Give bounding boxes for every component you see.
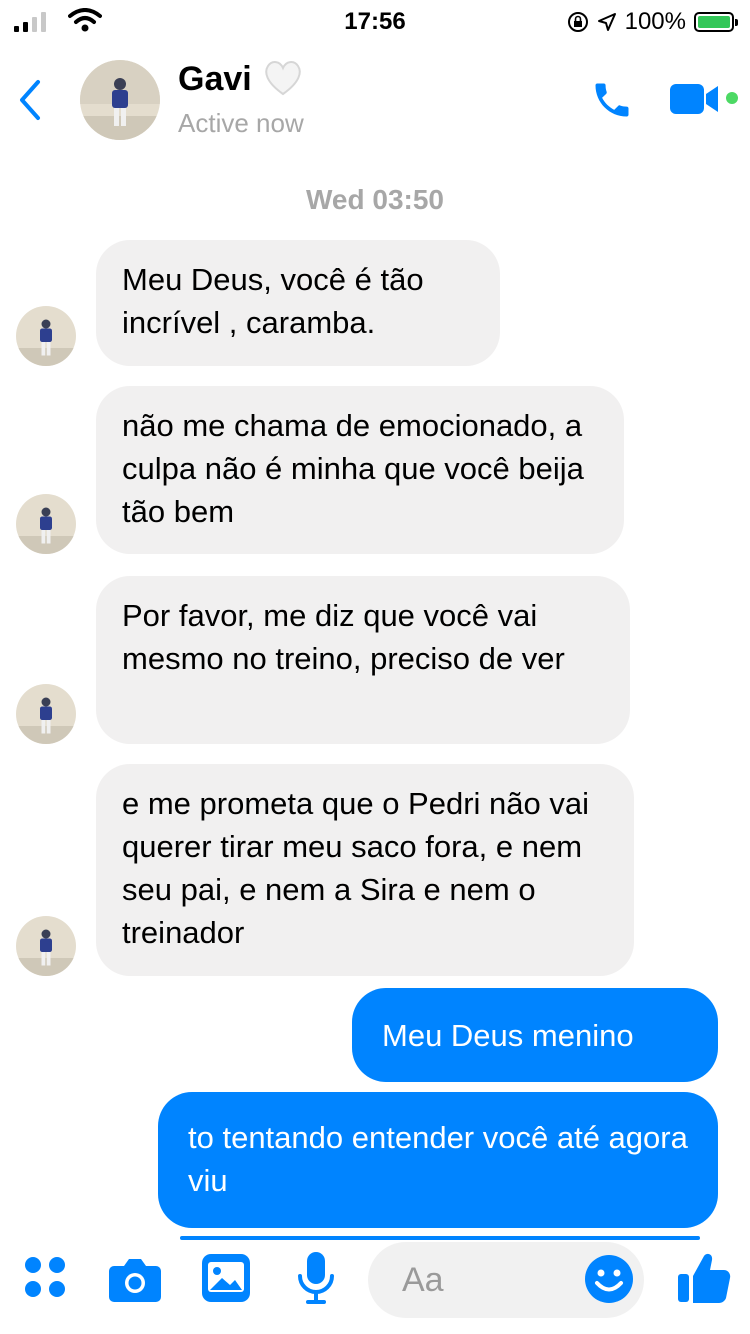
- outgoing-message[interactable]: to tentando entender você até agora viu: [158, 1092, 718, 1228]
- message-text: Meu Deus, você é tão incrível , caramba.: [122, 262, 424, 340]
- emoji-icon[interactable]: [584, 1254, 634, 1304]
- apps-icon[interactable]: [22, 1254, 68, 1300]
- incoming-message[interactable]: Meu Deus, você é tão incrível , caramba.: [96, 240, 500, 366]
- message-text: to tentando entender você até agora viu: [188, 1120, 688, 1198]
- sender-avatar[interactable]: [16, 306, 76, 366]
- battery-percent: 100%: [624, 8, 686, 35]
- message-text: não me chama de emocionado, a culpa não …: [122, 408, 584, 529]
- location-arrow-icon: [597, 13, 616, 31]
- sender-avatar[interactable]: [16, 684, 76, 744]
- white-heart-icon: [265, 61, 301, 96]
- presence-status: Active now: [178, 108, 304, 138]
- message-composer: [0, 1240, 750, 1334]
- video-camera-icon[interactable]: [670, 82, 722, 116]
- thumbs-up-icon[interactable]: [676, 1250, 732, 1306]
- online-indicator: [726, 92, 738, 104]
- contact-avatar[interactable]: [80, 60, 160, 140]
- outgoing-message[interactable]: Meu Deus menino: [352, 988, 718, 1082]
- incoming-message[interactable]: e me prometa que o Pedri não vai querer …: [96, 764, 634, 976]
- battery-icon: [694, 12, 738, 32]
- message-input-box[interactable]: [368, 1242, 644, 1318]
- status-bar: 17:56 100%: [0, 0, 750, 44]
- chat-header: Gavi Active now: [0, 56, 750, 152]
- phone-icon[interactable]: [590, 78, 634, 122]
- message-input[interactable]: [400, 1260, 574, 1301]
- incoming-message[interactable]: não me chama de emocionado, a culpa não …: [96, 386, 624, 554]
- image-icon[interactable]: [202, 1254, 250, 1302]
- orientation-lock-icon: [567, 12, 588, 32]
- avatar-photo: [80, 60, 160, 140]
- incoming-message[interactable]: Por favor, me diz que você vai mesmo no …: [96, 576, 630, 744]
- camera-icon[interactable]: [108, 1256, 162, 1302]
- message-text: Meu Deus menino: [382, 1018, 634, 1053]
- message-text: Por favor, me diz que você vai mesmo no …: [122, 598, 565, 676]
- message-timestamp: Wed 03:50: [306, 184, 444, 215]
- sender-avatar[interactable]: [16, 494, 76, 554]
- sender-avatar[interactable]: [16, 916, 76, 976]
- contact-name: Gavi: [178, 60, 252, 98]
- back-chevron-icon[interactable]: [16, 78, 46, 122]
- message-text: e me prometa que o Pedri não vai querer …: [122, 786, 589, 950]
- microphone-icon[interactable]: [296, 1250, 336, 1306]
